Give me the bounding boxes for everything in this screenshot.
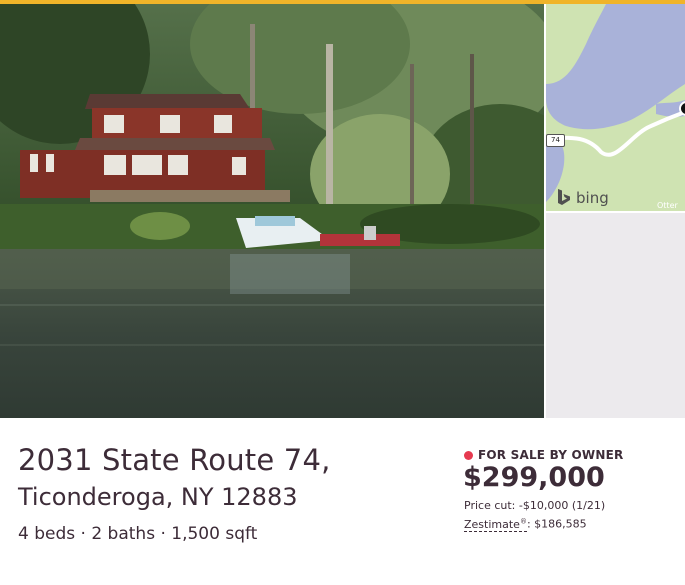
map-panel-background	[546, 213, 685, 418]
map-place-label: Otter	[657, 201, 678, 210]
zestimate-label: Zestimate	[464, 517, 520, 531]
zestimate-registered-mark: ®	[519, 517, 527, 525]
price-cut: Price cut: -$10,000 (1/21)	[464, 499, 606, 512]
listing-price: $299,000	[463, 462, 605, 493]
home-facts: 4 beds · 2 baths · 1,500 sqft	[18, 524, 258, 544]
zestimate: Zestimate®: $186,585	[464, 517, 587, 532]
bing-logo-icon	[558, 189, 570, 205]
status-label: FOR SALE BY OWNER	[478, 448, 624, 462]
status-dot-icon	[464, 450, 473, 460]
bing-logo: bing	[556, 189, 609, 207]
address-city: Ticonderoga, NY 12883	[18, 483, 298, 511]
bing-wordmark: bing	[576, 189, 609, 207]
address-street: 2031 State Route 74,	[18, 443, 331, 477]
zestimate-link[interactable]: Zestimate®	[464, 517, 527, 532]
zestimate-value: : $186,585	[526, 517, 587, 531]
location-map[interactable]	[546, 4, 685, 211]
route-shield-icon: 74	[546, 134, 565, 147]
listing-photo[interactable]	[0, 4, 544, 418]
listing-status: FOR SALE BY OWNER	[464, 448, 623, 462]
